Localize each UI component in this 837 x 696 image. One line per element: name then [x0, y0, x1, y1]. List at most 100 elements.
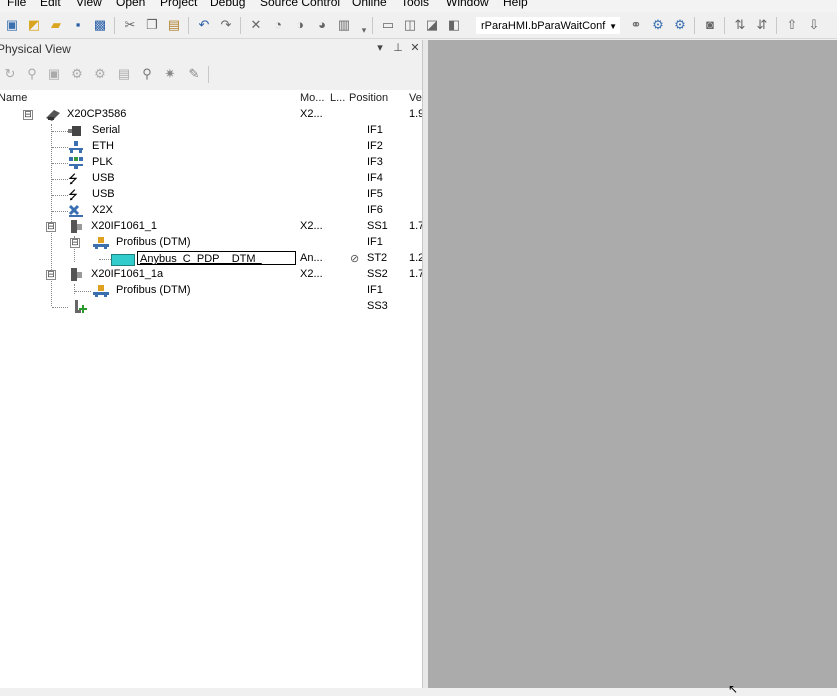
- replace-all-icon[interactable]: ◕: [314, 17, 330, 33]
- gear-icon[interactable]: ✷: [162, 66, 178, 82]
- window-position-icon[interactable]: ▾: [374, 41, 386, 55]
- column-header-version[interactable]: Ve: [409, 92, 422, 104]
- tree-row-x20if1061-1a[interactable]: ⊟ X20IF1061_1a X2... SS2 1.7: [0, 267, 422, 283]
- window-icon[interactable]: ▭: [380, 17, 396, 33]
- column-header-module[interactable]: Mo...: [300, 92, 324, 104]
- paste-icon[interactable]: ▤: [166, 17, 182, 33]
- edit-icon[interactable]: ✎: [186, 66, 202, 82]
- tree-row-position: SS3: [367, 300, 388, 312]
- bookmark-icon[interactable]: ◧: [446, 17, 462, 33]
- properties-icon[interactable]: ▣: [46, 66, 62, 82]
- tree-row-version: 1.7: [409, 220, 422, 232]
- cut-icon[interactable]: ✂: [122, 17, 138, 33]
- binoculars-icon[interactable]: ⚭: [628, 17, 644, 33]
- save-icon[interactable]: ▪: [70, 17, 86, 33]
- tree-row-module: X2...: [300, 108, 323, 120]
- undo-icon[interactable]: ↶: [196, 17, 212, 33]
- menu-tools[interactable]: Tools: [401, 0, 429, 9]
- redo-icon[interactable]: ↷: [218, 17, 234, 33]
- menu-debug[interactable]: Debug: [210, 0, 245, 9]
- menu-edit[interactable]: Edit: [40, 0, 61, 9]
- tree-row-plk[interactable]: PLK IF3: [0, 155, 422, 171]
- collapse-icon[interactable]: ⊟: [23, 110, 33, 120]
- toolbar-separator: [372, 17, 373, 34]
- refresh-icon[interactable]: ↻: [2, 66, 18, 82]
- profibus-icon: [93, 284, 109, 298]
- tree-row-serial[interactable]: Serial IF1: [0, 123, 422, 139]
- menu-help[interactable]: Help: [503, 0, 528, 9]
- tree-row-position: IF3: [367, 156, 383, 168]
- tree-row-anybus[interactable]: Anybus_C_PDP__DTM_ An... ⊘ ST2 1.2: [0, 251, 422, 267]
- connect-icon[interactable]: ⚙: [92, 66, 108, 82]
- tree-row-position: IF5: [367, 188, 383, 200]
- new-project-icon[interactable]: ▣: [4, 17, 20, 33]
- tree-row-profibus-2[interactable]: Profibus (DTM) IF1: [0, 283, 422, 299]
- toolbar-separator: [694, 17, 695, 34]
- cpu-icon: [45, 108, 61, 122]
- close-icon[interactable]: ✕: [409, 41, 421, 55]
- save-all-icon[interactable]: ▩: [92, 17, 108, 33]
- tree-line: [52, 163, 68, 164]
- collapse-icon[interactable]: ⊟: [46, 222, 56, 232]
- column-header-position[interactable]: Position: [349, 92, 388, 104]
- usb-icon: ⭍: [68, 188, 78, 202]
- tree-line: [52, 179, 68, 180]
- tree-row-position: IF1: [367, 284, 383, 296]
- tree-line: [52, 131, 68, 132]
- tree-row-profibus-1[interactable]: ⊟ Profibus (DTM) IF1: [0, 235, 422, 251]
- toolbar-overflow-icon[interactable]: ▾: [356, 22, 372, 38]
- physical-view-tree: Name Mo... L... Position Ve ⊟ X20CP3586 …: [0, 90, 422, 688]
- document-icon[interactable]: ▤: [116, 66, 132, 82]
- open-icon[interactable]: ◩: [26, 17, 42, 33]
- menu-view[interactable]: View: [76, 0, 102, 9]
- tree-row-x20if1061-1[interactable]: ⊟ X20IF1061_1 X2... SS1 1.7: [0, 219, 422, 235]
- chevron-down-icon[interactable]: ▼: [609, 18, 617, 33]
- ethernet-icon: [68, 140, 84, 154]
- tree-row-x2x[interactable]: X2X IF6: [0, 203, 422, 219]
- comment-icon[interactable]: ◫: [402, 17, 418, 33]
- tree-row-usb-2[interactable]: ⭍ USB IF5: [0, 187, 422, 203]
- delete-icon[interactable]: ✕: [248, 17, 264, 33]
- tree-line: [99, 259, 111, 260]
- menu-open[interactable]: Open: [116, 0, 145, 9]
- column-header-name[interactable]: Name: [0, 92, 27, 104]
- menu-window[interactable]: Window: [446, 0, 489, 9]
- sort-asc-icon[interactable]: ⇅: [732, 17, 748, 33]
- column-header-location[interactable]: L...: [330, 92, 345, 104]
- tree-row-cpu[interactable]: ⊟ X20CP3586 X2... 1.9: [0, 107, 422, 123]
- menu-file[interactable]: File: [7, 0, 26, 9]
- menu-project[interactable]: Project: [160, 0, 197, 9]
- sort-desc-icon[interactable]: ⇵: [754, 17, 770, 33]
- tree-row-version: 1.2: [409, 252, 422, 264]
- watch-icon[interactable]: ⚙: [650, 17, 666, 33]
- breakpoint-icon[interactable]: ⚙: [672, 17, 688, 33]
- move-down-icon[interactable]: ⇩: [806, 17, 822, 33]
- rename-input[interactable]: Anybus_C_PDP__DTM_: [137, 251, 296, 265]
- tree-row-position: IF1: [367, 236, 383, 248]
- monitor-icon[interactable]: ◙: [702, 17, 718, 33]
- tree-row-name: ETH: [92, 140, 114, 152]
- search-icon[interactable]: ⚲: [139, 66, 155, 82]
- window-list-icon[interactable]: ▥: [336, 17, 352, 33]
- replace-icon[interactable]: ◑: [292, 17, 308, 33]
- add-module-icon[interactable]: [72, 300, 88, 314]
- tree-row-position: SS1: [367, 220, 388, 232]
- menu-online[interactable]: Online: [352, 0, 387, 9]
- collapse-icon[interactable]: ⊟: [70, 238, 80, 248]
- find-icon[interactable]: ◔: [270, 17, 286, 33]
- zoom-icon[interactable]: ⚲: [24, 66, 40, 82]
- open-folder-icon[interactable]: ▰: [48, 17, 64, 33]
- tree-row-position: ST2: [367, 252, 388, 264]
- tree-row-usb-1[interactable]: ⭍ USB IF4: [0, 171, 422, 187]
- watch-combo[interactable]: rParaHMI.bParaWaitConf ▼: [476, 17, 620, 34]
- tree-row-eth[interactable]: ETH IF2: [0, 139, 422, 155]
- move-up-icon[interactable]: ⇧: [784, 17, 800, 33]
- menu-source-control[interactable]: Source Control: [260, 0, 340, 9]
- tree-row-empty-slot[interactable]: SS3: [0, 299, 422, 315]
- toolbar-separator: [240, 17, 241, 34]
- pin-icon[interactable]: ⊥: [392, 41, 404, 55]
- configuration-icon[interactable]: ⚙: [69, 66, 85, 82]
- uncomment-icon[interactable]: ◪: [424, 17, 440, 33]
- copy-icon[interactable]: ❐: [144, 17, 160, 33]
- collapse-icon[interactable]: ⊟: [46, 270, 56, 280]
